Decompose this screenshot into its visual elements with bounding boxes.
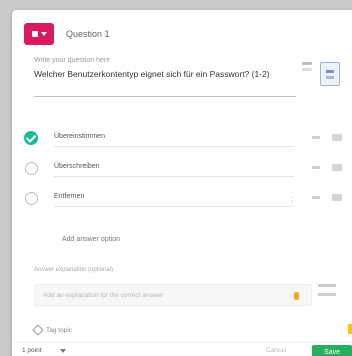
question-type-icon: [31, 31, 38, 37]
incorrect-circle-icon[interactable]: [25, 192, 38, 205]
answer-underline: [54, 206, 294, 207]
points-dropdown[interactable]: 1 point: [22, 347, 66, 354]
help-tab-edge[interactable]: [348, 324, 352, 334]
explanation-input[interactable]: Add an explanation for the correct answe…: [34, 284, 312, 306]
answer-image-icon[interactable]: [332, 194, 342, 201]
answer-image-icon[interactable]: [332, 134, 342, 141]
correct-check-icon[interactable]: [24, 131, 38, 145]
answer-format-icon[interactable]: [312, 196, 320, 199]
answer-option[interactable]: Übereinstimmen: [20, 124, 350, 154]
points-value: 1 point: [22, 347, 42, 354]
answer-text[interactable]: Entfernen: [54, 193, 84, 200]
lightbulb-icon: [294, 292, 299, 300]
answer-image-icon[interactable]: [332, 164, 342, 171]
answer-format-icon[interactable]: [312, 136, 320, 139]
explanation-label: Answer explanation (optional): [34, 267, 114, 273]
question-input-underline: [34, 96, 296, 97]
image-insert-icon[interactable]: [318, 293, 336, 296]
answer-underline: [54, 176, 294, 177]
question-header: Question 1: [24, 22, 110, 46]
answer-option[interactable]: Entfernen ⋮: [20, 184, 350, 214]
explanation-toolbar: [318, 284, 336, 296]
answer-text[interactable]: Überschreiben: [54, 163, 100, 170]
question-text-input[interactable]: Welcher Benutzerkontentyp eignet sich fü…: [34, 68, 284, 81]
add-answer-button[interactable]: Add answer option: [62, 236, 120, 243]
tag-topic-label: Tag topic: [46, 326, 73, 334]
question-type-dropdown[interactable]: [24, 23, 54, 45]
answer-underline: [54, 146, 294, 147]
question-editor-card: Question 1 Write your question here Welc…: [12, 10, 352, 356]
question-field-label: Write your question here: [34, 57, 111, 64]
tag-topic-button[interactable]: Tag topic: [32, 324, 73, 336]
chevron-down-icon: [40, 32, 47, 36]
question-toolbar: [300, 62, 340, 86]
answer-list: Übereinstimmen Überschreiben Entfernen ⋮: [20, 124, 350, 214]
editor-footer: 1 point Cancel Save: [12, 342, 352, 356]
image-insert-icon[interactable]: [320, 62, 340, 86]
answer-text[interactable]: Übereinstimmen: [54, 133, 105, 140]
chevron-down-icon: [59, 348, 66, 353]
incorrect-circle-icon[interactable]: [25, 162, 38, 175]
text-format-icon[interactable]: [300, 62, 314, 82]
question-title: Question 1: [66, 29, 110, 39]
explanation-placeholder: Add an explanation for the correct answe…: [43, 292, 164, 299]
tag-icon: [32, 324, 44, 336]
cancel-button[interactable]: Cancel: [266, 347, 286, 354]
answer-format-icon[interactable]: [312, 166, 320, 169]
answer-option[interactable]: Überschreiben: [20, 154, 350, 184]
text-format-icon[interactable]: [318, 284, 336, 287]
drag-handle-icon[interactable]: ⋮: [288, 196, 296, 205]
save-button[interactable]: Save: [312, 345, 352, 356]
